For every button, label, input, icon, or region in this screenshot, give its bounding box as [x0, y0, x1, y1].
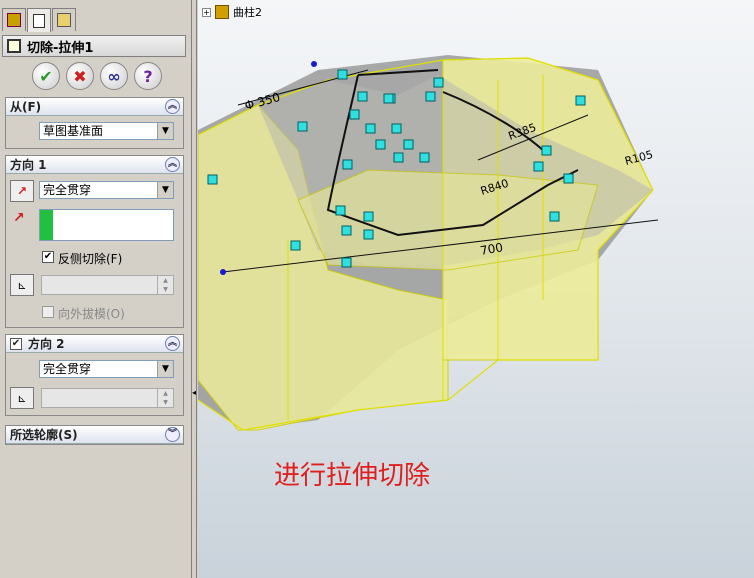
relation-marker-icon — [425, 91, 436, 102]
relation-marker-icon — [391, 123, 402, 134]
draft-icon: ⊾ — [17, 278, 27, 292]
relation-marker-icon — [393, 152, 404, 163]
from-group: 从(F) ︽ 草图基准面 ▼ — [5, 97, 184, 149]
relation-marker-icon — [337, 69, 348, 80]
action-buttons: ✔ ✖ ∞ ? — [32, 62, 162, 90]
detailed-preview-button[interactable]: ∞ — [100, 62, 128, 90]
flip-side-checkbox[interactable]: ✔ — [42, 251, 54, 263]
sketch-point — [311, 61, 317, 67]
direction1-title: 方向 1 — [10, 158, 47, 172]
selected-contours-title: 所选轮廓(S) — [10, 428, 78, 442]
feature-tree-icon — [7, 13, 21, 27]
expand-icon[interactable]: ︾ — [165, 427, 180, 442]
check-icon: ✔ — [39, 66, 53, 86]
direction1-group: 方向 1 ︽ ↗ 完全贯穿 ▼ ↗ ✔ 反侧切除(F) ⊾ ▲ ▼ 向外拔模(O… — [5, 155, 184, 328]
from-select[interactable]: 草图基准面 ▼ — [39, 122, 174, 140]
direction1-group-header[interactable]: 方向 1 ︽ — [6, 156, 183, 174]
sketch-point — [220, 269, 226, 275]
property-manager-icon — [33, 13, 45, 28]
direction-arrow-icon: ↗ — [13, 210, 25, 226]
panel-splitter[interactable]: ◂ — [192, 0, 197, 578]
relation-marker-icon — [549, 211, 560, 222]
draft-angle-spinner-2[interactable]: ▲ ▼ — [41, 388, 174, 408]
glasses-icon: ∞ — [107, 66, 121, 86]
direction2-title: 方向 2 — [28, 337, 65, 351]
from-group-title: 从(F) — [10, 100, 42, 114]
direction2-group: ✔ 方向 2 ︽ 完全贯穿 ▼ ⊾ ▲ ▼ — [5, 334, 184, 416]
spin-up-icon[interactable]: ▲ — [157, 276, 173, 285]
relation-marker-icon — [363, 211, 374, 222]
spin-down-icon[interactable]: ▼ — [157, 398, 173, 407]
help-button[interactable]: ? — [134, 62, 162, 90]
relation-marker-icon — [297, 121, 308, 132]
relation-marker-icon — [533, 161, 544, 172]
relation-marker-icon — [341, 225, 352, 236]
cancel-button[interactable]: ✖ — [66, 62, 94, 90]
tab-property-manager[interactable] — [27, 8, 51, 32]
collapse-icon[interactable]: ︽ — [165, 336, 180, 351]
splitter-handle-icon: ◂ — [192, 388, 197, 397]
selection-indicator — [40, 210, 53, 240]
chevron-down-icon: ▼ — [157, 182, 173, 198]
draft-icon: ⊾ — [17, 391, 27, 405]
relation-marker-icon — [541, 145, 552, 156]
configuration-icon — [57, 13, 71, 27]
reverse-direction-button[interactable]: ↗ — [10, 180, 34, 202]
chevron-down-icon: ▼ — [157, 123, 173, 139]
relation-marker-icon — [433, 77, 444, 88]
relation-marker-icon — [563, 173, 574, 184]
collapse-icon[interactable]: ︽ — [165, 99, 180, 114]
help-icon: ? — [143, 66, 153, 86]
graphics-viewport[interactable]: + 曲柱2 Φ 350 R385 R105 R840 700 进行拉伸切除 — [198, 0, 754, 578]
flip-side-label: 反侧切除(F) — [58, 252, 123, 266]
relation-marker-icon — [383, 93, 394, 104]
feature-title-bar: 切除-拉伸1 — [2, 35, 186, 57]
draft-toggle-button-2[interactable]: ⊾ — [10, 387, 34, 409]
relation-marker-icon — [575, 95, 586, 106]
panel-tabs — [2, 8, 77, 32]
relation-marker-icon — [341, 257, 352, 268]
draft-angle-spinner[interactable]: ▲ ▼ — [41, 275, 174, 295]
spin-up-icon[interactable]: ▲ — [157, 389, 173, 398]
direction2-group-header[interactable]: ✔ 方向 2 ︽ — [6, 335, 183, 353]
tab-configuration-manager[interactable] — [52, 8, 76, 31]
relation-marker-icon — [207, 174, 218, 185]
collapse-icon[interactable]: ︽ — [165, 157, 180, 172]
relation-marker-icon — [335, 205, 346, 216]
relation-marker-icon — [365, 123, 376, 134]
end-condition-select-1[interactable]: 完全贯穿 ▼ — [39, 181, 174, 199]
relation-marker-icon — [403, 139, 414, 150]
draft-toggle-button[interactable]: ⊾ — [10, 274, 34, 296]
relation-marker-icon — [375, 139, 386, 150]
from-select-value: 草图基准面 — [43, 124, 104, 138]
relation-marker-icon — [290, 240, 301, 251]
relation-marker-icon — [342, 159, 353, 170]
from-group-header[interactable]: 从(F) ︽ — [6, 98, 183, 116]
ok-button[interactable]: ✔ — [32, 62, 60, 90]
cut-extrude-icon — [7, 39, 21, 53]
tab-feature-tree[interactable] — [2, 8, 26, 31]
relation-marker-icon — [349, 109, 360, 120]
draft-outward-label: 向外拔模(O) — [58, 307, 125, 321]
end-condition-select-2[interactable]: 完全贯穿 ▼ — [39, 360, 174, 378]
direction2-checkbox[interactable]: ✔ — [10, 337, 22, 350]
draft-outward-checkbox[interactable] — [42, 306, 54, 318]
instruction-caption: 进行拉伸切除 — [274, 461, 431, 491]
close-icon: ✖ — [73, 66, 87, 86]
selected-contours-group: 所选轮廓(S) ︾ — [5, 425, 184, 445]
direction-reference-box[interactable] — [39, 209, 174, 241]
property-manager-panel: 切除-拉伸1 ✔ ✖ ∞ ? 从(F) ︽ 草图基准面 ▼ 方向 1 ︽ ↗ 完… — [0, 0, 192, 578]
chevron-down-icon: ▼ — [157, 361, 173, 377]
relation-marker-icon — [357, 91, 368, 102]
spin-down-icon[interactable]: ▼ — [157, 285, 173, 294]
reverse-arrow-icon: ↗ — [16, 184, 28, 198]
feature-title: 切除-拉伸1 — [27, 40, 94, 56]
relation-marker-icon — [419, 152, 430, 163]
end-condition-value-2: 完全贯穿 — [43, 362, 92, 376]
selected-contours-header[interactable]: 所选轮廓(S) ︾ — [6, 426, 183, 444]
relation-marker-icon — [363, 229, 374, 240]
end-condition-value-1: 完全贯穿 — [43, 183, 92, 197]
